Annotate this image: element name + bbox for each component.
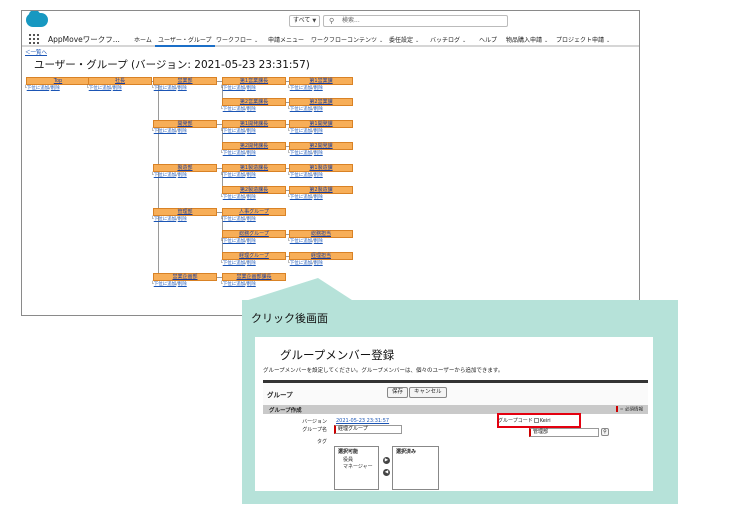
- member-registration-screen: グループメンバー登録 グループメンバーを設定してください。グループメンバーは、個…: [255, 337, 653, 491]
- callout-label: クリック後画面: [251, 312, 328, 325]
- group-code-label: グループコード: [498, 418, 533, 424]
- selected-list-header: 選択済み: [396, 449, 417, 455]
- available-members-list[interactable]: 選択可能 役員 マネージャー: [334, 446, 379, 490]
- available-item-1[interactable]: マネージャー: [343, 463, 373, 470]
- group-heading: グループ: [267, 391, 293, 399]
- group-name-input[interactable]: 経理グループ: [334, 425, 402, 434]
- group-code-value: Keiri: [539, 418, 551, 424]
- version-value-link[interactable]: 2021-05-23 23:31:57: [336, 418, 389, 424]
- screen-description: グループメンバーを設定してください。グループメンバーは、個々のユーザーから追加で…: [263, 368, 504, 374]
- required-note: = 必須情報: [615, 406, 643, 413]
- form-header: グループ 保存 キャンセル: [263, 383, 648, 405]
- group-code-field: グループコード Keiri: [498, 417, 551, 424]
- section-header: グループ作成 = 必須情報: [263, 405, 648, 414]
- lookup-icon[interactable]: ⚲: [601, 428, 609, 436]
- version-label: バージョン: [302, 419, 327, 425]
- available-list-header: 選択可能: [338, 449, 359, 455]
- save-button[interactable]: 保存: [387, 387, 409, 398]
- parent-group-input[interactable]: 管理部: [529, 428, 599, 437]
- selected-members-list[interactable]: 選択済み: [392, 446, 439, 490]
- remove-arrow-icon[interactable]: ◀: [383, 469, 390, 476]
- screen-title: グループメンバー登録: [280, 348, 395, 362]
- add-arrow-icon[interactable]: ▶: [383, 457, 390, 464]
- callout-panel: クリック後画面 グループメンバー登録 グループメンバーを設定してください。グルー…: [242, 300, 678, 504]
- group-code-checkbox[interactable]: [533, 418, 539, 423]
- tag-label: タグ: [316, 439, 327, 445]
- cancel-button[interactable]: キャンセル: [409, 387, 447, 398]
- available-item-0[interactable]: 役員: [343, 456, 353, 463]
- group-name-label: グループ名: [302, 427, 327, 433]
- section-title: グループ作成: [269, 408, 302, 414]
